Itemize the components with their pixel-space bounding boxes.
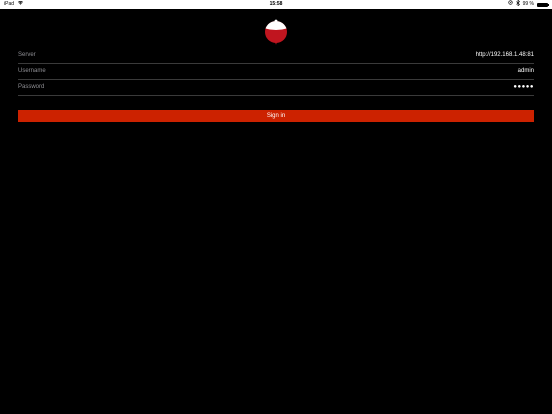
battery-percent: 99 % [522, 1, 534, 7]
password-row: Password ●●●●● [18, 80, 534, 96]
bluetooth-icon [515, 0, 520, 10]
status-right: 99 % [507, 0, 549, 10]
server-input[interactable]: http://192.168.1.48:81 [274, 52, 534, 58]
server-label: Server [18, 52, 36, 58]
battery-fill [538, 3, 547, 6]
login-form: Server http://192.168.1.48:81 Username a… [18, 48, 534, 96]
password-input[interactable]: ●●●●● [274, 84, 534, 90]
status-bar: iPad 15:58 99 % [0, 0, 552, 9]
server-row: Server http://192.168.1.48:81 [18, 48, 534, 64]
sign-in-button[interactable]: Sign in [18, 110, 534, 122]
username-label: Username [18, 68, 46, 74]
username-row: Username admin [18, 64, 534, 80]
battery-icon [537, 2, 549, 7]
status-time: 15:58 [269, 1, 283, 7]
location-icon [507, 0, 513, 9]
bobber-logo-icon [264, 19, 288, 45]
password-label: Password [18, 84, 45, 90]
username-input[interactable]: admin [274, 68, 534, 74]
